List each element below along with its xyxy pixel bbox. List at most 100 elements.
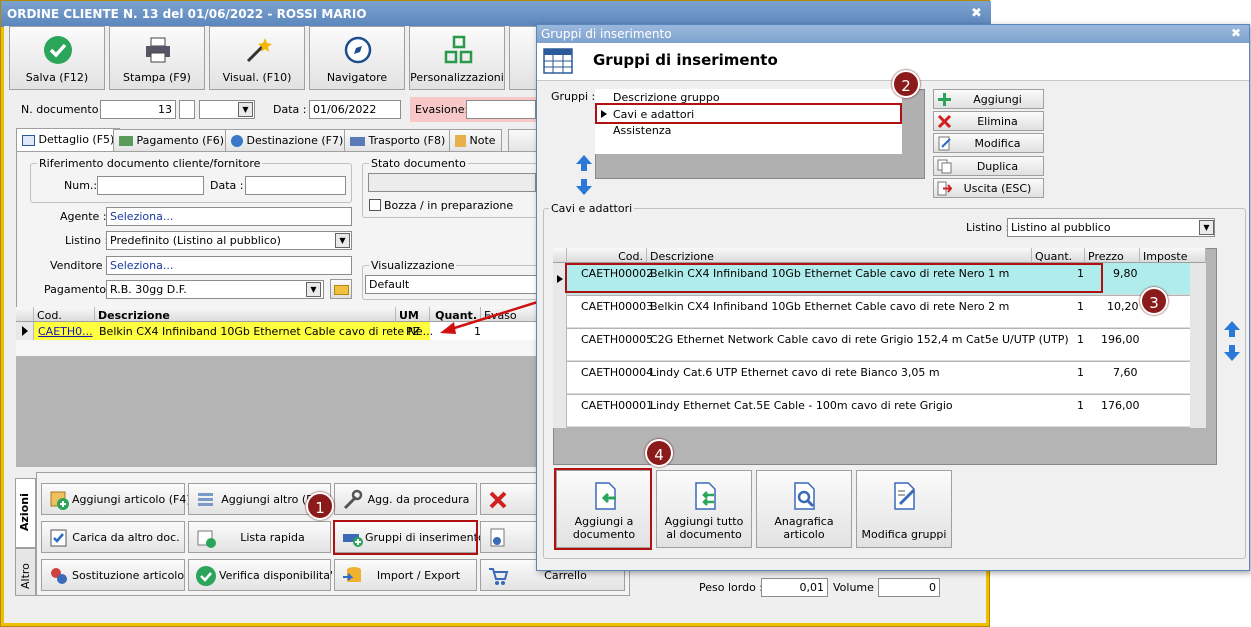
ndoc-spin[interactable] [179, 100, 195, 119]
duplicate-group-button[interactable]: Duplica [933, 156, 1044, 176]
quick-list-button[interactable]: Lista rapida [188, 521, 331, 553]
compass-icon [344, 36, 372, 64]
dialog-listino-select[interactable]: Listino al pubblico [1007, 218, 1215, 237]
evasione-field[interactable] [466, 100, 536, 119]
dialog-title: Gruppi di inserimento [537, 25, 1249, 43]
col-cod[interactable]: Cod. [567, 248, 647, 263]
row-indicator [16, 322, 34, 340]
agente-field[interactable]: Seleziona... [106, 207, 352, 226]
delete-group-button[interactable]: Elimina [933, 111, 1044, 131]
tab-dettaglio[interactable]: Dettaglio (F5) [16, 128, 121, 152]
side-tab-altro[interactable]: Altro [15, 548, 36, 596]
edit-groups-button[interactable]: Modifica gruppi [856, 470, 952, 548]
callout-2: 2 [892, 70, 920, 98]
chevron-down-icon[interactable]: ▼ [1199, 220, 1214, 235]
highlight-box-4 [554, 468, 652, 550]
side-tab-azioni[interactable]: Azioni [15, 478, 36, 548]
col-descrizione[interactable]: Descrizione [95, 307, 396, 322]
listino-select[interactable]: Predefinito (Listino al pubblico) [106, 231, 352, 250]
tab-overflow[interactable] [508, 129, 538, 151]
group-item-label[interactable]: Assistenza [613, 124, 671, 137]
tab-destinazione[interactable]: Destinazione (F7) [225, 129, 350, 151]
rif-date-label: Data : [210, 179, 244, 192]
gear-doc-icon [490, 528, 505, 547]
date-field[interactable]: 01/06/2022 [309, 100, 401, 119]
save-button[interactable]: Salva (F12) [9, 26, 105, 90]
chevron-down-icon[interactable]: ▼ [335, 233, 350, 248]
print-button[interactable]: Stampa (F9) [109, 26, 205, 90]
agente-label: Agente : [60, 210, 107, 223]
scrollbar[interactable] [1190, 263, 1206, 428]
replace-article-button[interactable]: Sostituzione articolo [41, 559, 185, 591]
navigator-button[interactable]: Navigatore [309, 26, 405, 90]
callout-1: 1 [306, 492, 334, 520]
article-registry-button[interactable]: Anagrafica articolo [756, 470, 852, 548]
tab-note[interactable]: Note [449, 129, 502, 151]
bozza-checkbox[interactable] [369, 199, 381, 211]
close-icon [489, 491, 507, 509]
rif-date-field[interactable] [245, 176, 346, 195]
search-article-icon [794, 482, 815, 510]
volume-label: Volume : [833, 581, 882, 594]
date-label: Data : [273, 103, 307, 116]
grid-icon [444, 35, 473, 64]
col-cod[interactable]: Cod. [34, 307, 95, 322]
col-descrizione[interactable]: Descrizione [647, 248, 1032, 263]
visualizzazione-legend: Visualizzazione [369, 259, 457, 272]
table-row[interactable]: CAETH00003 Belkin CX4 Infiniband 10Gb Et… [553, 296, 1190, 328]
folder-button[interactable] [330, 279, 352, 299]
customize-button[interactable]: Personalizzazioni [409, 26, 505, 90]
pagamento-label: Pagamento : [44, 283, 114, 296]
note-icon [455, 135, 466, 147]
table-row[interactable]: CAETH00001 Lindy Ethernet Cat.5E Cable -… [553, 395, 1190, 427]
exit-button[interactable]: Uscita (ESC) [933, 178, 1044, 198]
tab-trasporto[interactable]: Trasporto (F8) [344, 129, 452, 151]
venditore-field[interactable]: Seleziona... [106, 256, 352, 275]
peso-label: Peso lordo : [699, 581, 763, 594]
add-from-procedure-button[interactable]: Agg. da procedura [334, 483, 477, 515]
chevron-down-icon[interactable]: ▼ [306, 282, 321, 297]
money-icon [119, 136, 133, 146]
row-cod[interactable]: CAETH0... [38, 325, 93, 338]
section-legend: Cavi e adattori [549, 202, 635, 215]
check-availability-button[interactable]: Verifica disponibilita' [188, 559, 333, 591]
preview-button[interactable]: Visual. (F10) [209, 26, 305, 90]
riferimento-legend: Riferimento documento cliente/fornitore [37, 157, 263, 170]
gruppi-label: Gruppi : [551, 90, 596, 103]
wrench-icon [343, 489, 363, 510]
volume-field[interactable]: 0 [878, 578, 940, 597]
triangle-right-icon [557, 275, 563, 283]
highlight-box-3 [565, 263, 1103, 293]
import-export-button[interactable]: Import / Export [334, 559, 477, 591]
arrow-down-icon[interactable] [575, 178, 593, 196]
tab-pagamento[interactable]: Pagamento (F6) [113, 129, 231, 151]
add-all-icon [695, 482, 716, 510]
arrow-up-icon[interactable] [1223, 320, 1241, 338]
table-row[interactable]: CAETH00004 Lindy Cat.6 UTP Ethernet cavo… [553, 362, 1190, 394]
add-group-button[interactable]: Aggiungi [933, 89, 1044, 109]
add-all-button[interactable]: Aggiungi tutto al documento [656, 470, 752, 548]
stato-field[interactable] [368, 173, 536, 192]
arrow-down-icon[interactable] [1223, 344, 1241, 362]
close-icon[interactable]: ✖ [971, 6, 982, 21]
table-row[interactable]: CAETH00005 C2G Ethernet Network Cable ca… [553, 329, 1190, 361]
add-article-button[interactable]: Aggiungi articolo (F4) [41, 483, 191, 515]
pagamento-select[interactable]: R.B. 30gg D.F. [106, 280, 324, 299]
col-um[interactable]: UM [396, 307, 430, 322]
bozza-label: Bozza / in preparazione [384, 199, 514, 212]
peso-field[interactable]: 0,01 [761, 578, 828, 597]
num-field[interactable] [97, 176, 204, 195]
edit-group-button[interactable]: Modifica [933, 133, 1044, 153]
num-label: Num.: [64, 179, 98, 192]
callout-4: 4 [645, 439, 673, 467]
chevron-down-icon[interactable]: ▼ [238, 102, 253, 117]
arrow-up-icon[interactable] [575, 154, 593, 172]
load-from-doc-button[interactable]: Carica da altro doc. [41, 521, 185, 553]
col-quant[interactable]: Quant. [1032, 248, 1085, 263]
dialog-listino-label: Listino : [966, 221, 1010, 234]
col-prezzo[interactable]: Prezzo [1085, 248, 1140, 263]
col-imposte[interactable]: Imposte [1140, 248, 1206, 263]
close-icon[interactable]: ✖ [1231, 26, 1241, 40]
highlight-box-1 [333, 520, 478, 555]
ndoc-field[interactable]: 13 [100, 100, 176, 119]
